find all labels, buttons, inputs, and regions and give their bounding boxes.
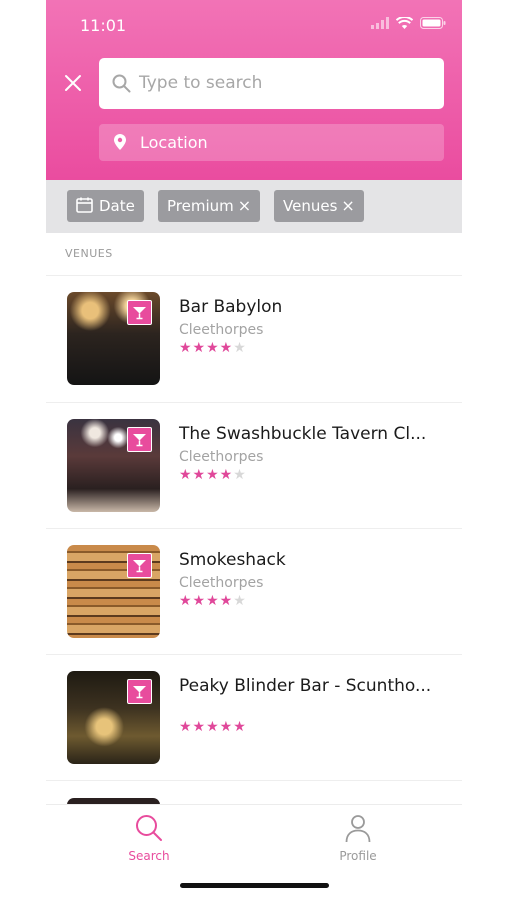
- tab-label: Profile: [339, 849, 377, 863]
- star-rating: ★★★★★: [179, 340, 247, 356]
- location-field[interactable]: Location: [99, 124, 444, 161]
- remove-filter-icon[interactable]: ×: [238, 196, 251, 215]
- divider: [46, 402, 462, 403]
- filter-chip-date[interactable]: Date: [67, 190, 144, 222]
- star-rating: ★★★★★: [179, 593, 247, 609]
- cocktail-icon: [127, 679, 152, 704]
- location-pin-icon: [114, 134, 126, 150]
- search-header: 11:01 Type to search Location: [46, 0, 462, 180]
- search-icon: [136, 815, 162, 841]
- venue-row[interactable]: Smokeshack Cleethorpes ★★★★★: [46, 531, 462, 657]
- calendar-icon: [76, 197, 93, 213]
- close-icon[interactable]: [60, 70, 86, 96]
- filter-chip-venues[interactable]: Venues ×: [274, 190, 364, 222]
- person-icon: [345, 815, 371, 843]
- filter-chip-label: Venues: [283, 197, 338, 215]
- divider: [46, 528, 462, 529]
- search-icon: [112, 74, 131, 93]
- cocktail-icon: [127, 427, 152, 452]
- status-icons: [371, 17, 446, 29]
- app-screen: 11:01 Type to search Location Date Premi…: [46, 0, 462, 900]
- cocktail-icon: [127, 553, 152, 578]
- star-rating: ★★★★★: [179, 467, 247, 483]
- venue-thumbnail: [67, 545, 160, 638]
- signal-icon: [371, 17, 389, 29]
- venue-row[interactable]: Bar Babylon Cleethorpes ★★★★★: [46, 278, 462, 404]
- tab-profile[interactable]: Profile: [318, 813, 398, 863]
- venue-row[interactable]: The Swashbuckle Tavern Cl... Cleethorpes…: [46, 405, 462, 531]
- remove-filter-icon[interactable]: ×: [341, 196, 354, 215]
- venue-name: Bar Babylon: [179, 297, 283, 317]
- filter-chip-label: Premium: [167, 197, 234, 215]
- cocktail-icon: [127, 300, 152, 325]
- venue-row[interactable]: Peaky Blinder Bar - Scuntho... ★★★★★: [46, 657, 462, 783]
- search-placeholder: Type to search: [139, 73, 263, 93]
- filter-chip-label: Date: [99, 197, 135, 215]
- search-input[interactable]: Type to search: [99, 58, 444, 109]
- venue-name: The Swashbuckle Tavern Cl...: [179, 424, 427, 444]
- venue-city: Cleethorpes: [179, 449, 264, 465]
- home-indicator[interactable]: [180, 883, 329, 888]
- wifi-icon: [396, 17, 413, 29]
- status-bar: 11:01: [46, 0, 462, 50]
- filter-bar: Date Premium × Venues ×: [46, 180, 462, 233]
- star-rating: ★★★★★: [179, 719, 247, 735]
- tab-search[interactable]: Search: [109, 813, 189, 863]
- venue-thumbnail: [67, 671, 160, 764]
- battery-icon: [420, 17, 446, 29]
- divider: [46, 654, 462, 655]
- venue-thumbnail: [67, 419, 160, 512]
- section-title: VENUES: [65, 247, 113, 260]
- venue-name: Peaky Blinder Bar - Scuntho...: [179, 676, 432, 696]
- venue-thumbnail: [67, 292, 160, 385]
- location-label: Location: [140, 133, 208, 152]
- venue-name: Smokeshack: [179, 550, 286, 570]
- venue-city: Cleethorpes: [179, 575, 264, 591]
- filter-chip-premium[interactable]: Premium ×: [158, 190, 261, 222]
- venue-city: Cleethorpes: [179, 322, 264, 338]
- divider: [46, 780, 462, 781]
- tab-label: Search: [128, 849, 170, 863]
- divider: [46, 275, 462, 276]
- status-time: 11:01: [80, 16, 127, 35]
